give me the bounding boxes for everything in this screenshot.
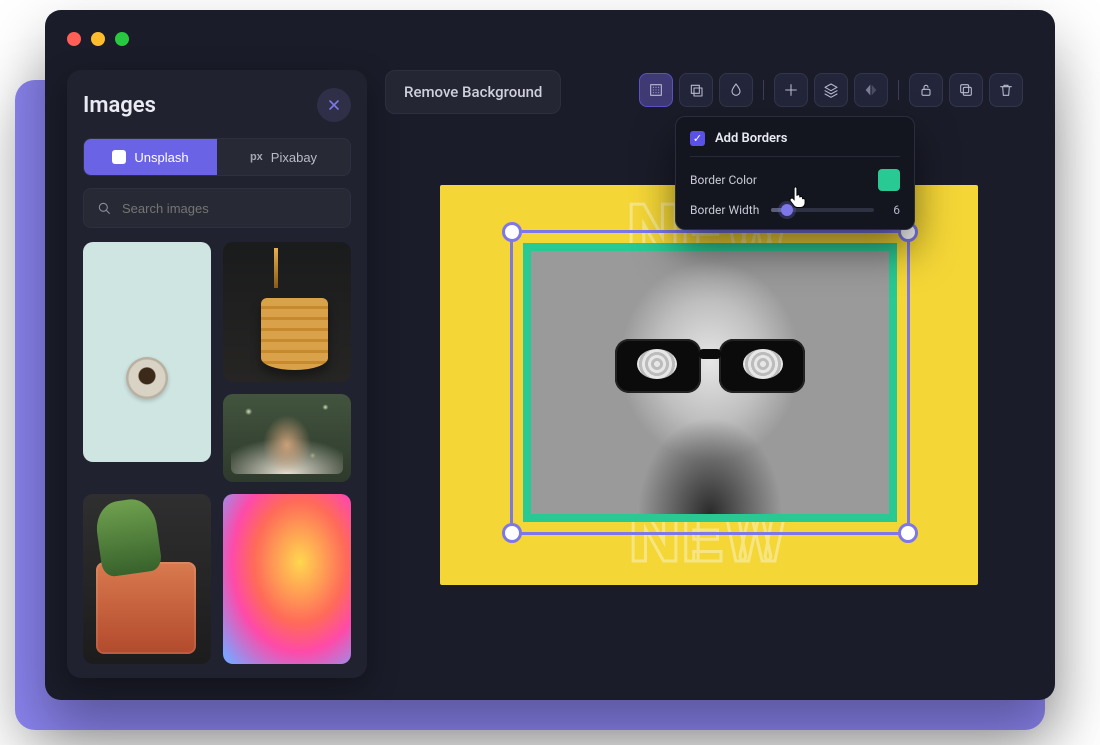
image-thumb[interactable] — [223, 494, 351, 664]
slider-track — [771, 208, 874, 212]
image-subject-glasses — [615, 329, 805, 395]
border-width-value: 6 — [884, 203, 900, 217]
resize-handle-tl[interactable] — [502, 222, 522, 242]
popover-header: Add Borders — [690, 131, 900, 157]
unsplash-icon — [112, 150, 126, 164]
flip-icon — [863, 82, 879, 98]
layers-icon — [823, 82, 839, 98]
lock-tool-button[interactable] — [909, 73, 943, 107]
resize-handle-bl[interactable] — [502, 523, 522, 543]
close-panel-button[interactable] — [317, 88, 351, 122]
border-width-label: Border Width — [690, 203, 759, 217]
flip-tool-button[interactable] — [854, 73, 888, 107]
shadow-tool-button[interactable] — [679, 73, 713, 107]
layers-tool-button[interactable] — [814, 73, 848, 107]
position-tool-button[interactable] — [774, 73, 808, 107]
images-panel-title: Images — [83, 93, 156, 118]
droplet-icon — [728, 82, 744, 98]
popover-title: Add Borders — [715, 131, 787, 146]
image-thumb[interactable] — [83, 494, 211, 664]
window-minimize-icon[interactable] — [91, 32, 105, 46]
duplicate-tool-button[interactable] — [949, 73, 983, 107]
position-icon — [783, 82, 799, 98]
tab-unsplash-label: Unsplash — [134, 150, 188, 165]
close-icon — [326, 97, 342, 113]
design-canvas[interactable]: NEW NEW — [440, 185, 978, 585]
app-window: Images Unsplash px Pixabay — [45, 10, 1055, 700]
selected-image[interactable] — [523, 243, 897, 522]
selection-box[interactable] — [510, 230, 910, 535]
window-zoom-icon[interactable] — [115, 32, 129, 46]
shadow-icon — [688, 82, 704, 98]
tab-unsplash[interactable]: Unsplash — [84, 139, 217, 175]
image-thumb[interactable] — [83, 242, 211, 462]
pixabay-icon: px — [250, 151, 263, 163]
image-thumb[interactable] — [223, 242, 351, 382]
search-icon — [96, 200, 112, 216]
images-panel: Images Unsplash px Pixabay — [67, 70, 367, 678]
toolbar-separator — [898, 80, 899, 100]
image-source-tabs: Unsplash px Pixabay — [83, 138, 351, 176]
border-color-label: Border Color — [690, 173, 757, 187]
border-tool-button[interactable] — [639, 73, 673, 107]
image-grid — [83, 242, 351, 676]
border-icon — [648, 82, 664, 98]
border-color-row: Border Color — [690, 169, 900, 191]
resize-handle-br[interactable] — [898, 523, 918, 543]
images-panel-header: Images — [83, 88, 351, 122]
image-thumb[interactable] — [223, 394, 351, 482]
copy-icon — [958, 82, 974, 98]
image-search[interactable] — [83, 188, 351, 228]
border-popover: Add Borders Border Color Border Width 6 — [675, 116, 915, 230]
opacity-tool-button[interactable] — [719, 73, 753, 107]
border-color-swatch[interactable] — [878, 169, 900, 191]
window-traffic-lights — [67, 32, 129, 46]
window-close-icon[interactable] — [67, 32, 81, 46]
slider-knob[interactable] — [781, 204, 793, 216]
image-search-input[interactable] — [122, 201, 338, 216]
canvas-toolbar — [639, 70, 1023, 110]
add-borders-checkbox[interactable] — [690, 131, 705, 146]
toolbar-separator — [763, 80, 764, 100]
trash-icon — [998, 82, 1014, 98]
tab-pixabay[interactable]: px Pixabay — [217, 139, 350, 175]
delete-tool-button[interactable] — [989, 73, 1023, 107]
border-width-row: Border Width 6 — [690, 203, 900, 217]
border-width-slider[interactable]: 6 — [771, 203, 900, 217]
tab-pixabay-label: Pixabay — [271, 150, 317, 165]
unlock-icon — [918, 82, 934, 98]
remove-background-label: Remove Background — [404, 83, 542, 101]
remove-background-button[interactable]: Remove Background — [385, 70, 561, 114]
